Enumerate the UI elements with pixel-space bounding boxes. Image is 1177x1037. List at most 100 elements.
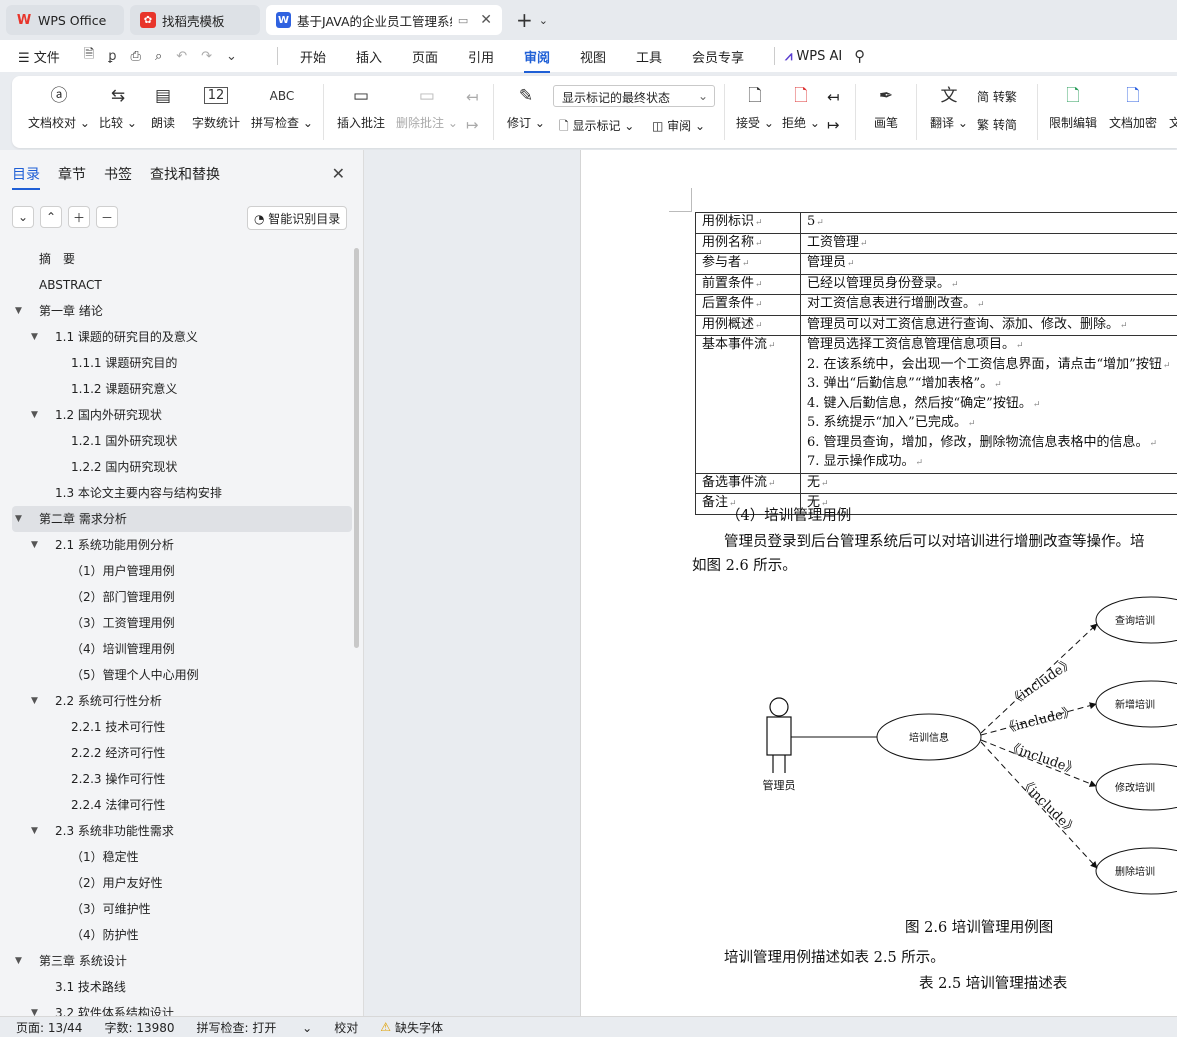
menu-insert[interactable]: 插入: [356, 47, 382, 66]
monitor-icon[interactable]: ▭: [458, 14, 468, 27]
close-icon[interactable]: ✕: [480, 12, 492, 28]
caret-down-icon[interactable]: ▼: [15, 948, 22, 974]
to-traditional-button[interactable]: 简 转繁: [977, 88, 1017, 105]
toc-item[interactable]: ▼ 第一章 绪论: [12, 298, 352, 324]
toc-item[interactable]: ▼ 第三章 系统设计: [12, 948, 352, 974]
menu-tools[interactable]: 工具: [636, 47, 662, 66]
toc-item[interactable]: ▼ 1.2 国内外研究现状: [12, 402, 352, 428]
caret-down-icon[interactable]: ▼: [31, 324, 38, 350]
toc-item[interactable]: 1.1.1 课题研究目的: [12, 350, 352, 376]
insert-comment-button[interactable]: ▭ 插入批注: [337, 84, 385, 131]
tab-docer[interactable]: ✿ 找稻壳模板: [130, 5, 260, 35]
collapse-icon[interactable]: ⌃: [40, 206, 62, 228]
next-change-icon[interactable]: ↦: [827, 116, 840, 134]
more-button[interactable]: 文: [1169, 84, 1177, 131]
smart-toc-button[interactable]: ◔ 智能识别目录: [247, 206, 348, 230]
next-comment-icon[interactable]: ↦: [466, 116, 479, 134]
page-indicator[interactable]: 页面: 13/44: [16, 1019, 82, 1036]
toc-item[interactable]: ▼ 第二章 需求分析: [12, 506, 352, 532]
redo-icon[interactable]: ↷: [201, 49, 212, 64]
spell-check-button[interactable]: ABC 拼写检查 ⌄: [251, 84, 313, 131]
toc-item[interactable]: 摘 要: [12, 246, 352, 272]
toc-item[interactable]: 2.2.1 技术可行性: [12, 714, 352, 740]
toc-item[interactable]: 3.1 技术路线: [12, 974, 352, 1000]
review-pane-button[interactable]: ◫ 审阅 ⌄: [652, 117, 705, 134]
missing-font-status[interactable]: 缺失字体: [395, 1019, 443, 1036]
nav-tab-toc[interactable]: 目录: [12, 164, 40, 190]
toc-item[interactable]: 2.2.3 操作可行性: [12, 766, 352, 792]
print-icon[interactable]: ⎙: [131, 49, 141, 64]
caret-down-icon[interactable]: ▼: [15, 506, 22, 532]
compare-button[interactable]: ⇆ 比较 ⌄: [99, 84, 137, 131]
proof-status[interactable]: 校对: [334, 1019, 358, 1036]
toc-item[interactable]: （3）可维护性: [12, 896, 352, 922]
toc-item[interactable]: 1.3 本论文主要内容与结构安排: [12, 480, 352, 506]
tab-wps-office[interactable]: W WPS Office: [6, 5, 124, 35]
prev-comment-icon[interactable]: ↤: [466, 88, 479, 106]
tab-document[interactable]: W 基于JAVA的企业员工管理系统 ▭ ✕: [266, 5, 502, 35]
chevron-down-icon[interactable]: ⌄: [539, 14, 548, 27]
menu-review[interactable]: 审阅: [524, 47, 551, 73]
caret-down-icon[interactable]: ▼: [31, 688, 38, 714]
display-state-select[interactable]: 显示标记的最终状态 ⌄: [553, 85, 715, 107]
accept-button[interactable]: 🗋 接受 ⌄: [736, 84, 774, 131]
revise-button[interactable]: ✎ 修订 ⌄: [507, 84, 545, 131]
toc-item[interactable]: 2.2.2 经济可行性: [12, 740, 352, 766]
format-painter-icon[interactable]: ꝑ: [108, 49, 116, 64]
toc-item[interactable]: 1.2.2 国内研究现状: [12, 454, 352, 480]
close-icon[interactable]: ✕: [332, 164, 345, 183]
word-count[interactable]: 字数: 13980: [104, 1019, 174, 1036]
caret-down-icon[interactable]: ▼: [31, 818, 38, 844]
toc-item[interactable]: ▼ 2.2 系统可行性分析: [12, 688, 352, 714]
caret-down-icon[interactable]: ▼: [15, 298, 22, 324]
expand-icon[interactable]: ⌄: [12, 206, 34, 228]
menu-home[interactable]: 开始: [300, 47, 326, 66]
restrict-edit-button[interactable]: 🗋 限制编辑: [1049, 84, 1097, 131]
spell-check-status[interactable]: 拼写检查: 打开 ⌄: [197, 1019, 313, 1036]
word-count-button[interactable]: 12 字数统计: [192, 84, 240, 131]
translate-button[interactable]: 文翻译 ⌄: [930, 84, 968, 131]
menu-page[interactable]: 页面: [412, 47, 438, 66]
wps-ai-button[interactable]: ⩘ WPS AI: [785, 49, 842, 64]
to-simplified-button[interactable]: 繁 转简: [977, 116, 1017, 133]
add-icon[interactable]: ＋: [68, 206, 90, 228]
remove-icon[interactable]: －: [96, 206, 118, 228]
new-tab-icon[interactable]: +: [516, 8, 533, 32]
caret-down-icon[interactable]: ▼: [31, 402, 38, 428]
doc-encrypt-button[interactable]: 🗋 文档加密: [1109, 84, 1157, 131]
toc-item[interactable]: ▼ 2.3 系统非功能性需求: [12, 818, 352, 844]
toc-item[interactable]: （4）培训管理用例: [12, 636, 352, 662]
print-preview-icon[interactable]: ⌕: [155, 49, 162, 64]
reject-button[interactable]: 🗋 拒绝 ⌄: [782, 84, 820, 131]
toc-item[interactable]: （1）稳定性: [12, 844, 352, 870]
toc-item[interactable]: ABSTRACT: [12, 272, 352, 298]
prev-change-icon[interactable]: ↤: [827, 88, 840, 106]
caret-down-icon[interactable]: ▼: [31, 532, 38, 558]
document-page[interactable]: 用例标识↵ 5↵ 用例名称↵ 工资管理↵ 参与者↵ 管理员↵ 前置条件↵ 已经以管理员身份登录…: [580, 150, 1177, 1016]
toc-item[interactable]: （1）用户管理用例: [12, 558, 352, 584]
toc-item[interactable]: ▼ 1.1 课题的研究目的及意义: [12, 324, 352, 350]
scrollbar[interactable]: [354, 248, 359, 648]
chevron-down-icon[interactable]: ⌄: [226, 49, 237, 64]
toc-item[interactable]: （2）用户友好性: [12, 870, 352, 896]
nav-tab-bookmark[interactable]: 书签: [104, 164, 132, 184]
read-aloud-button[interactable]: ▤ 朗读: [151, 84, 175, 131]
toc-item[interactable]: （4）防护性: [12, 922, 352, 948]
menu-view[interactable]: 视图: [580, 47, 606, 66]
toc-item[interactable]: ▼ 2.1 系统功能用例分析: [12, 532, 352, 558]
toc-item[interactable]: 1.2.1 国外研究现状: [12, 428, 352, 454]
pen-button[interactable]: ✒ 画笔: [874, 84, 898, 131]
toc-item[interactable]: 1.1.2 课题研究意义: [12, 376, 352, 402]
toc-item[interactable]: （2）部门管理用例: [12, 584, 352, 610]
save-icon[interactable]: 🗎: [84, 45, 94, 67]
nav-tab-find-replace[interactable]: 查找和替换: [150, 164, 220, 184]
toc-item[interactable]: （5）管理个人中心用例: [12, 662, 352, 688]
toc-item[interactable]: 2.2.4 法律可行性: [12, 792, 352, 818]
undo-icon[interactable]: ↶: [176, 49, 187, 64]
doc-check-button[interactable]: ⓐ 文档校对 ⌄: [28, 84, 90, 131]
menu-member[interactable]: 会员专享: [692, 47, 744, 66]
menu-reference[interactable]: 引用: [468, 47, 494, 66]
show-markup-button[interactable]: 🗋 显示标记 ⌄: [559, 117, 634, 138]
toc-item[interactable]: （3）工资管理用例: [12, 610, 352, 636]
file-menu[interactable]: ☰ 文件: [18, 47, 60, 66]
